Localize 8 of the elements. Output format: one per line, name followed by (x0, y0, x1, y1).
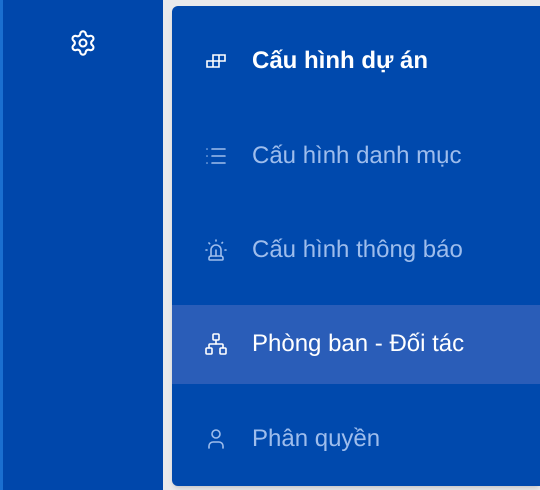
menu-item[interactable]: Phòng ban - Đối tác (172, 305, 540, 384)
menu-item[interactable]: Phân quyền (172, 400, 540, 478)
menu-item[interactable]: Cấu hình danh mục (172, 116, 540, 195)
menu-item[interactable]: Cấu hình thông báo (172, 210, 540, 290)
siren-icon (204, 238, 228, 262)
settings-icon (69, 29, 97, 57)
network-icon (204, 332, 228, 356)
menu-item[interactable]: Cấu hình dự án (172, 22, 540, 100)
